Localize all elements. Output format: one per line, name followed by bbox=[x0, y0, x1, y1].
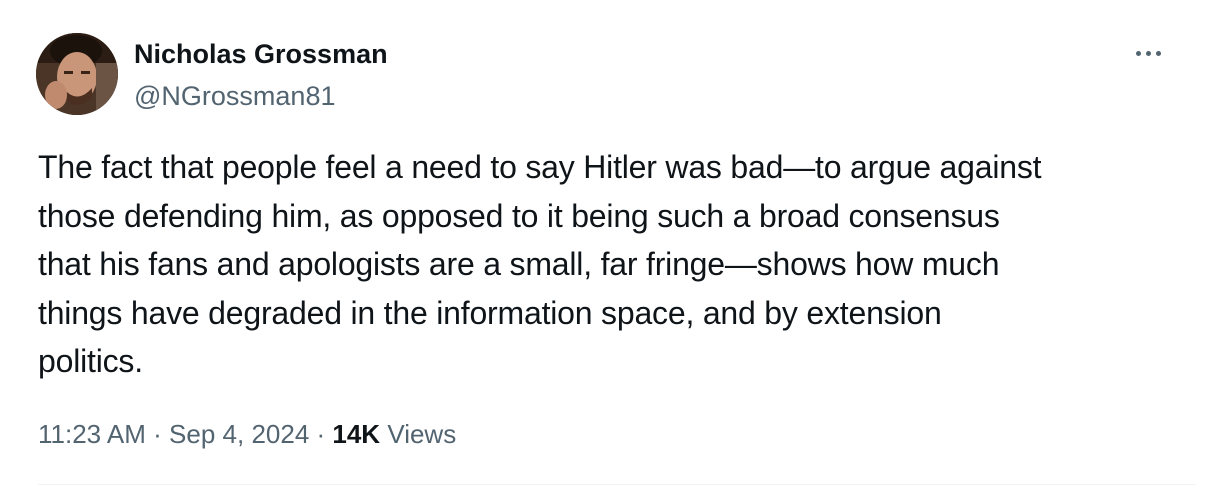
more-horizontal-icon-dot bbox=[1155, 50, 1161, 56]
views-count[interactable]: 14K bbox=[332, 419, 380, 449]
tweet-text-line: those defending him, as opposed to it be… bbox=[38, 197, 1000, 234]
tweet-text: The fact that people feel a need to say … bbox=[38, 143, 1168, 386]
more-horizontal-icon bbox=[1135, 50, 1141, 56]
meta-separator: · bbox=[145, 419, 170, 449]
tweet-meta: 11:23 AM · Sep 4, 2024 · 14K Views bbox=[38, 418, 456, 450]
avatar-image bbox=[36, 33, 118, 115]
tweet-time[interactable]: 11:23 AM bbox=[38, 419, 146, 449]
tweet-text-line: that his fans and apologists are a small… bbox=[38, 246, 1000, 282]
more-horizontal-icon-dot bbox=[1145, 50, 1151, 56]
tweet-text-line: politics. bbox=[38, 343, 143, 379]
tweet-text-line: things have degraded in the information … bbox=[38, 294, 942, 331]
tweet-date[interactable]: Sep 4, 2024 bbox=[169, 419, 309, 449]
meta-separator: · bbox=[309, 419, 333, 449]
author-name[interactable]: Nicholas Grossman bbox=[134, 38, 388, 70]
tweet-card: Nicholas Grossman @NGrossman81 The fact … bbox=[0, 0, 1214, 488]
views-label: Views bbox=[380, 419, 457, 449]
avatar[interactable] bbox=[36, 33, 118, 115]
author-handle[interactable]: @NGrossman81 bbox=[134, 80, 335, 112]
more-options-button[interactable] bbox=[1122, 38, 1174, 68]
divider bbox=[38, 484, 1196, 485]
tweet-text-line: The fact that people feel a need to say … bbox=[38, 149, 1042, 185]
